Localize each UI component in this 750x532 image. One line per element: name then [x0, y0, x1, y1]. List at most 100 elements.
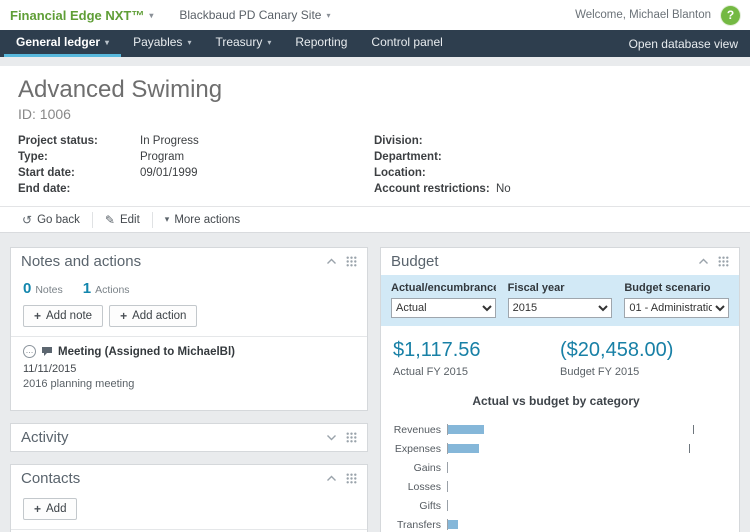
nav-control-panel[interactable]: Control panel [359, 30, 454, 57]
notes-stats: 0 Notes 1 Actions [23, 280, 130, 297]
record-fields-left: Project status: In Progress Type: Program St… [18, 133, 374, 197]
record-field-row: Department: [374, 149, 730, 165]
grid-menu-icon[interactable] [346, 473, 357, 484]
more-actions-button[interactable]: ▾ More actions [153, 212, 252, 228]
budget-marker [692, 425, 695, 434]
budget-panel-header[interactable]: Budget [381, 248, 739, 275]
record-fields: Project status: In Progress Type: Program St… [18, 133, 732, 197]
back-arrow-icon: ↺ [22, 212, 33, 227]
brand-menu[interactable]: Financial Edge NXT™ ▾ [10, 8, 153, 23]
record-field-row: Division: [374, 133, 730, 149]
chevron-down-icon: ▾ [267, 37, 272, 47]
contacts-panel-header[interactable]: Contacts [11, 465, 367, 492]
left-column: Notes and actions 0 Notes 1 Actions + Add n… [10, 247, 368, 532]
field-label: Project status: [18, 135, 98, 147]
filter-label: Actual/encumbrance [391, 282, 496, 294]
nav-treasury[interactable]: Treasury ▾ [203, 30, 283, 57]
fiscal-year-select[interactable]: 2015 [507, 298, 613, 318]
chart-row: Losses [381, 477, 731, 496]
record-action-bar: ↺ Go back ✎ Edit ▾ More actions [0, 206, 750, 232]
collapse-chevron-up-icon[interactable] [326, 475, 337, 482]
actual-amount: $1,117.56 [393, 339, 481, 361]
record-field-row: Type: Program [18, 149, 374, 165]
help-icon[interactable]: ? [721, 5, 740, 25]
site-name: Blackbaud PD Canary Site [179, 8, 322, 22]
caret-down-icon: ▾ [164, 214, 170, 224]
filter-label: Fiscal year [507, 282, 565, 294]
add-action-button[interactable]: + Add action [109, 305, 198, 327]
add-note-button[interactable]: + Add note [23, 305, 104, 327]
notes-actions-panel: Notes and actions 0 Notes 1 Actions + Add n… [10, 247, 368, 411]
brand-label: Financial Edge NXT™ [10, 7, 145, 23]
chevron-down-icon: ▾ [187, 37, 192, 47]
page-title: Advanced Swiming [18, 76, 223, 103]
plus-icon: + [34, 309, 42, 323]
contacts-panel: Contacts +Add Ms. Tracy Lewis President/… [10, 464, 368, 532]
record-field-row: Project status: In Progress [18, 133, 374, 149]
chart-category-label: Expenses [394, 442, 441, 455]
note-description: 2016 planning meeting [23, 378, 135, 390]
field-label: End date: [18, 183, 71, 195]
budget-scenario-select[interactable]: 01 - Administration [624, 298, 730, 318]
collapse-chevron-up-icon[interactable] [698, 258, 709, 265]
record-field-row: Account restrictions: No [374, 181, 730, 197]
grid-menu-icon[interactable] [346, 432, 357, 443]
record-header: Advanced Swiming ID: 1006 Project status… [0, 66, 750, 233]
record-field-row: End date: [18, 181, 374, 197]
budget-filter-bar: Actual/encumbrance Actual Fiscal year 20… [381, 275, 739, 326]
budget-chart: Actual vs budget by category Revenues Exp… [381, 380, 739, 532]
budget-amount: ($20,458.00) [560, 339, 674, 361]
budget-amount-label: Budget FY 2015 [560, 366, 640, 378]
field-label: Type: [18, 151, 48, 163]
record-fields-right: Division: Department: Location: Account res… [374, 133, 730, 197]
open-database-view-link[interactable]: Open database view [617, 30, 750, 57]
status-circle-icon: … [23, 345, 36, 358]
go-back-button[interactable]: ↺ Go back [10, 211, 93, 228]
budget-chart-rows: Revenues Expenses Gains Losses Gifts Transfer… [381, 420, 731, 532]
activity-panel: Activity [10, 423, 368, 452]
notes-panel-header[interactable]: Notes and actions [11, 248, 367, 275]
field-label: Account restrictions: [374, 183, 490, 195]
chart-category-label: Revenues [393, 423, 441, 436]
chart-plot-area [447, 462, 695, 473]
actual-encumbrance-select[interactable]: Actual [391, 298, 496, 318]
note-date: 11/11/2015 [23, 363, 77, 375]
record-field-row: Location: [374, 165, 730, 181]
record-field-row: Start date: 09/01/1999 [18, 165, 374, 181]
field-value: No [496, 183, 511, 195]
site-selector[interactable]: Blackbaud PD Canary Site ▾ [179, 8, 330, 22]
chart-title: Actual vs budget by category [472, 394, 640, 408]
activity-panel-header[interactable]: Activity [11, 424, 367, 451]
nav-payables[interactable]: Payables ▾ [121, 30, 203, 57]
plus-icon: + [34, 502, 42, 516]
expand-chevron-down-icon[interactable] [326, 434, 337, 441]
page-body: Notes and actions 0 Notes 1 Actions + Add n… [0, 233, 750, 532]
nav-reporting[interactable]: Reporting [283, 30, 359, 57]
actual-bar [448, 520, 458, 529]
field-label: Location: [374, 167, 426, 179]
collapse-chevron-up-icon[interactable] [326, 258, 337, 265]
chart-category-label: Gains [413, 461, 441, 474]
edit-button[interactable]: ✎ Edit [93, 211, 153, 228]
budget-marker [688, 444, 691, 453]
budget-panel: Budget Actual/encumbrance Actual Fiscal … [380, 247, 740, 532]
chevron-down-icon: ▾ [105, 37, 110, 47]
field-label: Division: [374, 135, 423, 147]
notes-count: 0 [23, 280, 32, 297]
axis-zero-tick [447, 481, 448, 492]
record-id: ID: 1006 [18, 106, 71, 122]
app-window: Financial Edge NXT™ ▾ Blackbaud PD Canar… [0, 0, 750, 532]
note-item[interactable]: … Meeting (Assigned to MichaelBl) 11/11/… [11, 337, 367, 390]
filter-label: Budget scenario [624, 282, 711, 294]
add-contact-button[interactable]: + Add [23, 498, 78, 520]
chart-row: Expenses [381, 439, 731, 458]
field-label: Start date: [18, 167, 75, 179]
actions-count: 1 [82, 280, 92, 297]
right-column: Budget Actual/encumbrance Actual Fiscal … [380, 247, 740, 532]
top-bar: Financial Edge NXT™ ▾ Blackbaud PD Canar… [0, 0, 750, 30]
field-value: 09/01/1999 [140, 167, 198, 179]
grid-menu-icon[interactable] [718, 256, 729, 267]
grid-menu-icon[interactable] [346, 256, 357, 267]
nav-general-ledger[interactable]: General ledger ▾ [4, 30, 122, 57]
